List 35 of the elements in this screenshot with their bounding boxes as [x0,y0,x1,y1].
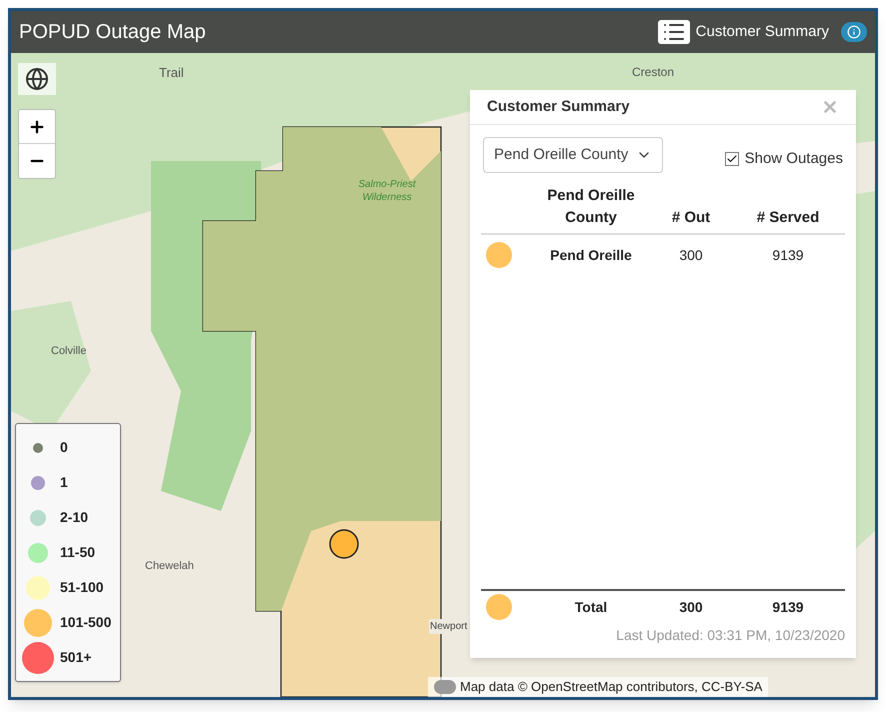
panel-title: Customer Summary [487,96,630,117]
map-place-label: Chewelah [145,559,194,574]
region-dropdown[interactable]: Pend Oreille County [483,137,664,173]
legend-label: 101-500 [60,613,112,632]
legend-label: 1 [60,473,68,492]
table-cell-text: Pend Oreille [549,246,633,264]
list-icon [658,20,690,44]
table-cell-text: 9139 [771,598,805,616]
app-title: POPUD Outage Map [19,20,206,45]
show-outages-label: Show Outages [744,148,843,169]
map-place-label: Salmo-Priest Wilderness [357,179,417,204]
table-cell-text: 9139 [771,246,805,264]
column-header: # Served [756,208,820,228]
customer-summary-button[interactable]: Customer Summary [658,20,829,44]
total-label: Total [574,598,608,616]
check-icon [726,153,738,165]
legend-label: 2-10 [60,508,88,527]
map-place-label: Trail [159,64,184,82]
last-updated-text: Last Updated: 03:31 PM, 10/23/2020 [616,626,845,645]
map-place-label: Colville [51,344,86,359]
show-outages-checkbox[interactable] [724,152,739,166]
outage-marker[interactable] [329,529,359,559]
legend-label: 51-100 [60,578,104,597]
globe-icon[interactable] [18,63,56,95]
legend-label: 11-50 [60,543,96,562]
table-cell-text: 300 [678,246,704,264]
info-icon[interactable] [841,22,867,42]
column-header: # Out [670,208,712,228]
map-place-label: Newport [429,619,468,634]
legend-label: 501+ [60,648,92,667]
attribution-text: Map data © OpenStreetMap contributors, CC-BY-SA [460,678,762,696]
table-cell-text: 300 [678,598,704,616]
map-place-label: Creston [632,64,674,81]
legend-label: 0 [60,438,68,457]
column-header: Pend Oreille County [546,186,636,228]
